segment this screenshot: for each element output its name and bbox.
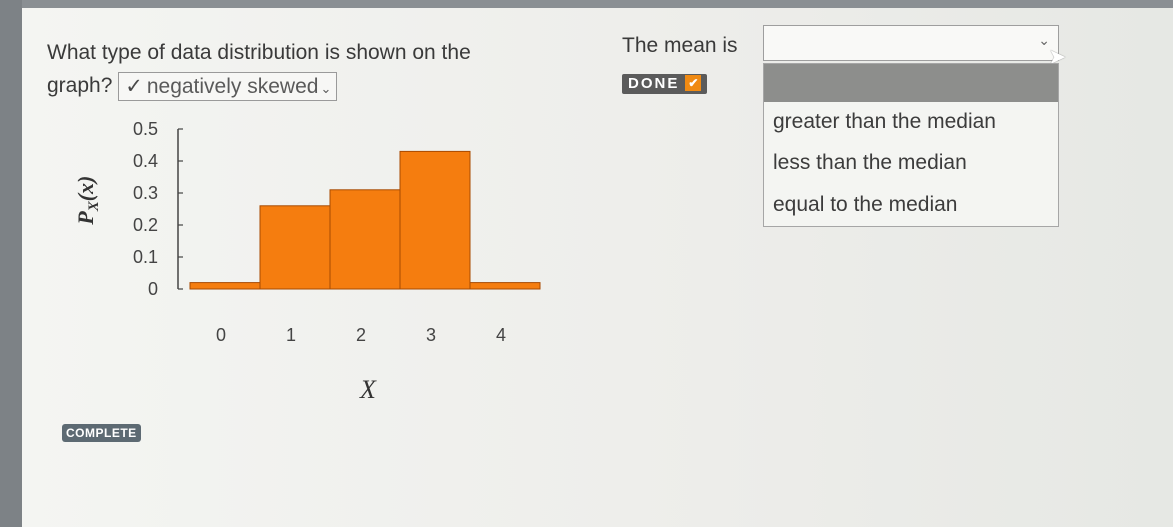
chart-y-tick-label: 0 — [148, 279, 158, 299]
chart-bar-1 — [259, 205, 331, 290]
chart-x-tick-label: 3 — [426, 325, 436, 345]
chart-x-tick-label: 4 — [496, 325, 506, 345]
chart-y-tick-label: 0.3 — [133, 183, 158, 203]
chart-y-tick-label: 0.4 — [133, 151, 158, 171]
chart-bar-2 — [329, 189, 401, 290]
chart-x-tick-label: 2 — [356, 325, 366, 345]
chart-bar-3 — [399, 150, 471, 290]
chart-x-tick-label: 0 — [216, 325, 226, 345]
complete-badge: COMPLETE — [62, 424, 141, 442]
distribution-bar-chart: 0 0.1 0.2 0.3 0.4 0.5 0 1 2 3 4 X — [133, 119, 541, 404]
chart-bar-4 — [469, 282, 541, 290]
chart-x-axis-label: X — [359, 375, 377, 404]
chart-y-tick-label: 0.2 — [133, 215, 158, 235]
chart-y-tick-label: 0.1 — [133, 247, 158, 267]
chart-x-tick-label: 1 — [286, 325, 296, 345]
chart-y-tick-label: 0.5 — [133, 119, 158, 139]
chart-bar-0 — [189, 282, 261, 290]
chart-y-axis-label: PX(x) — [72, 175, 103, 225]
